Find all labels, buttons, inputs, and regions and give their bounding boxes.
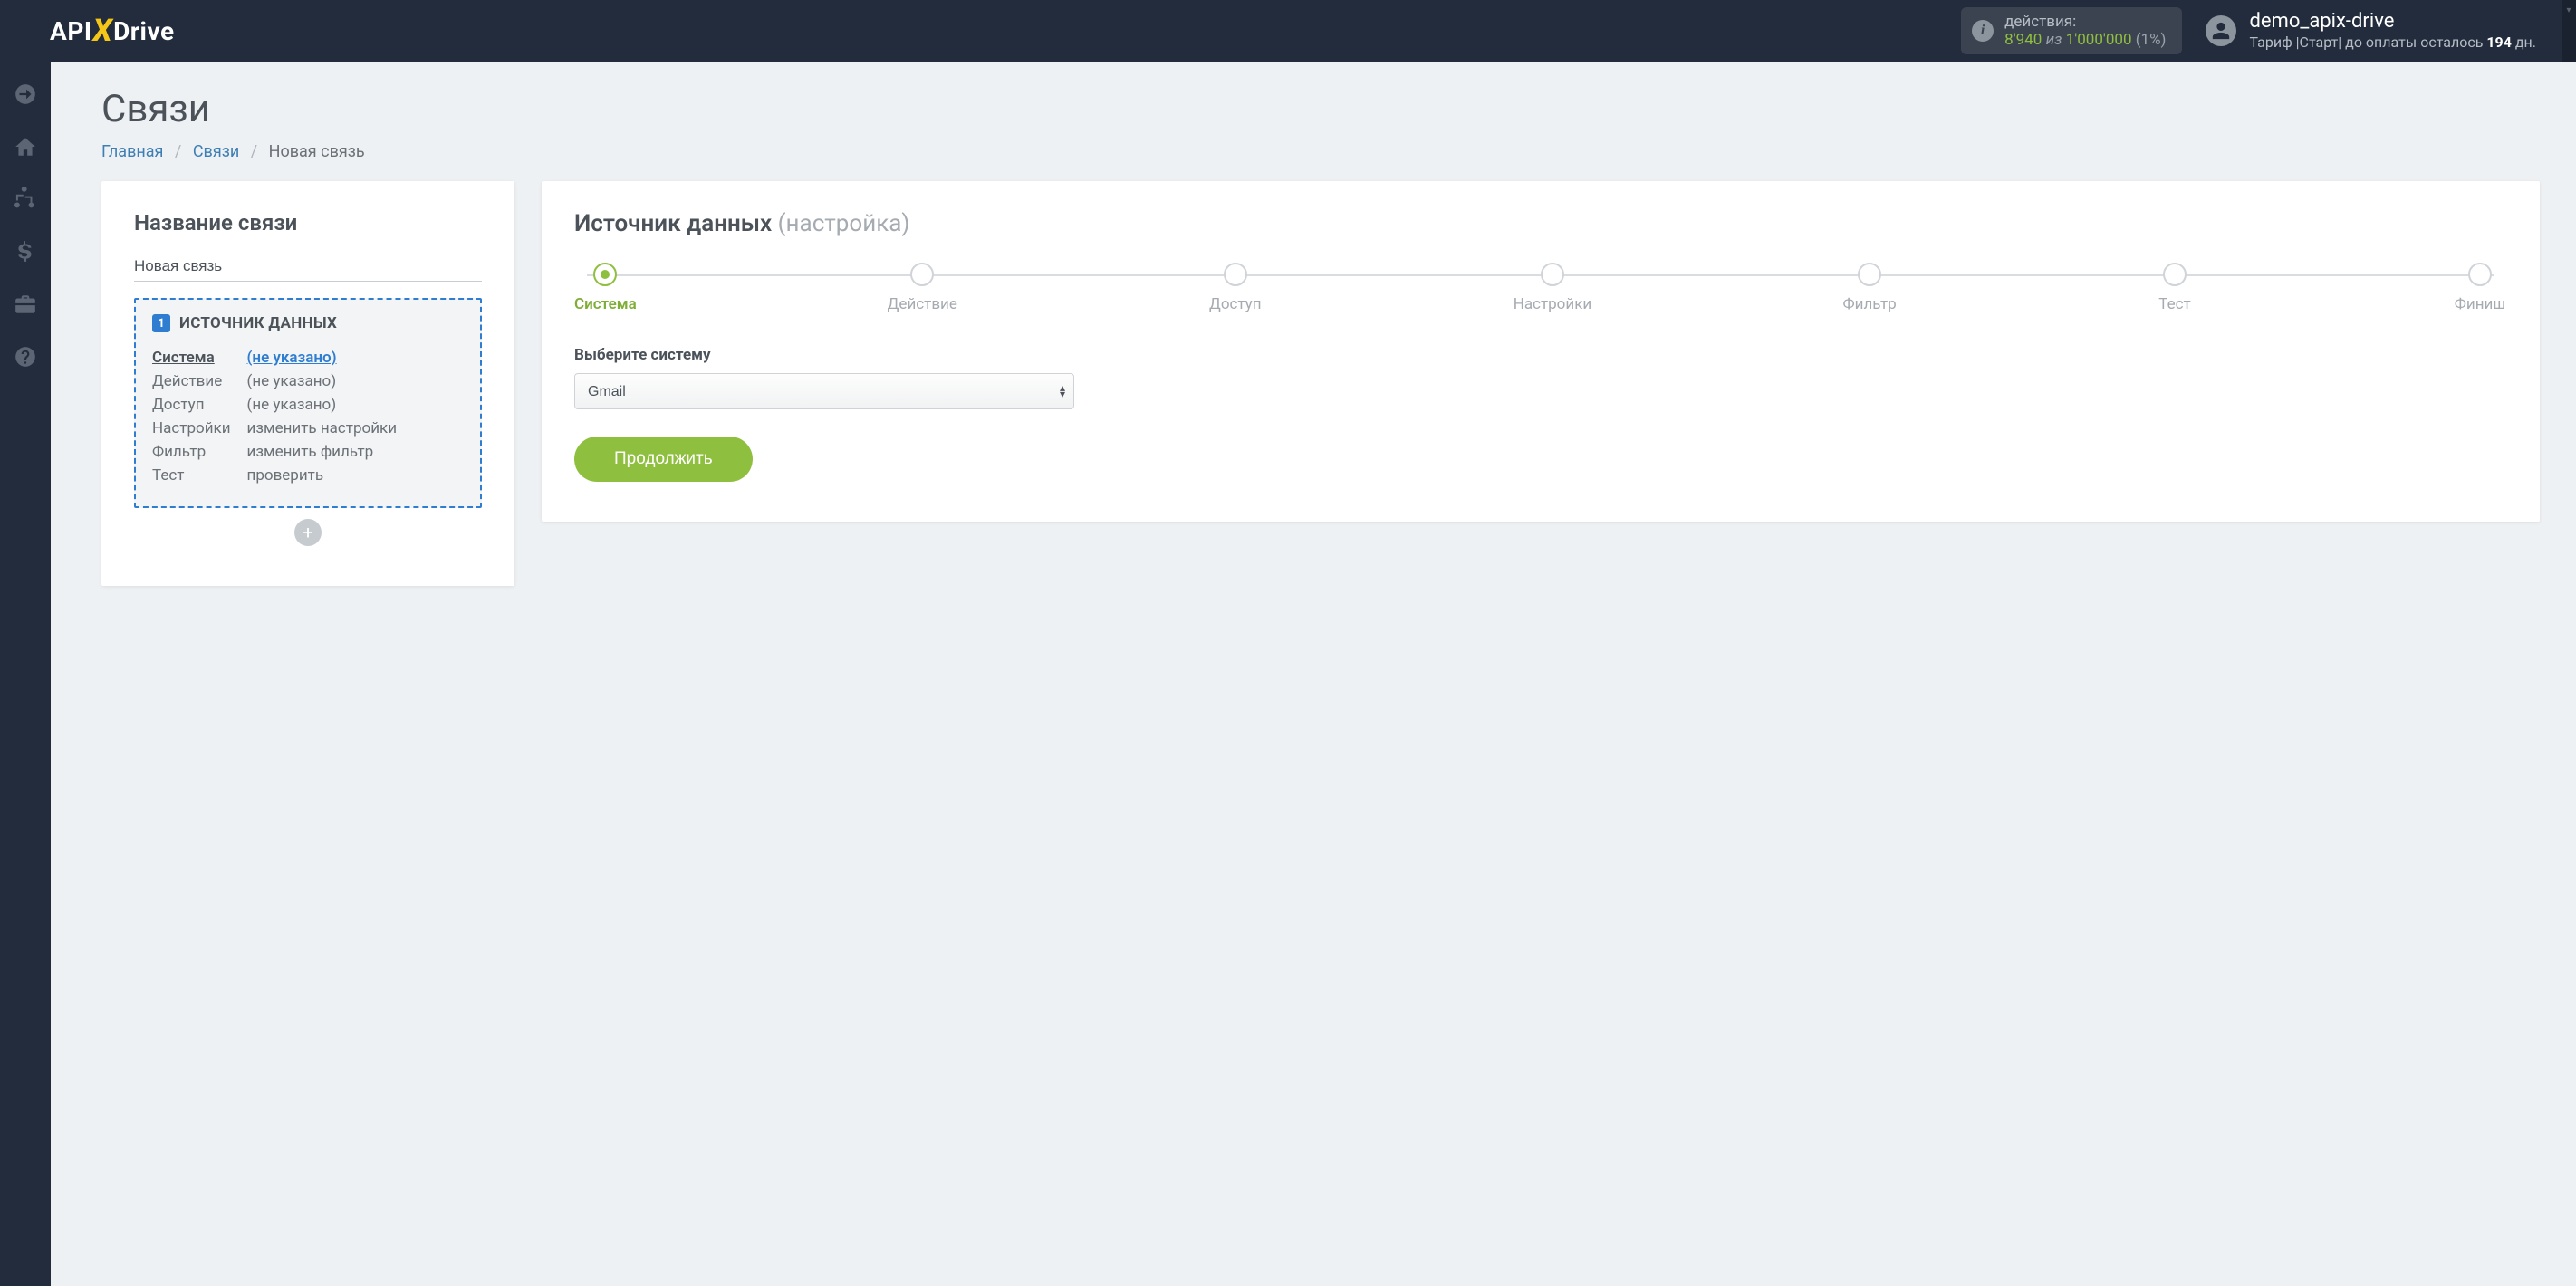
step-label: Фильтр (1843, 295, 1897, 313)
topbar-caret[interactable]: ▾ (2562, 0, 2576, 62)
nav-help-icon[interactable] (0, 333, 51, 380)
actions-iz: из (2046, 31, 2062, 49)
nav-connections-icon[interactable] (0, 176, 51, 223)
source-row-1: Действие(не указано) (152, 372, 397, 390)
source-row-value[interactable]: изменить фильтр (247, 443, 397, 461)
step-label: Доступ (1209, 295, 1262, 313)
actions-max: 1'000'000 (2066, 31, 2132, 49)
source-row-value[interactable]: (не указано) (247, 396, 397, 414)
breadcrumb-home[interactable]: Главная (101, 142, 163, 161)
source-row-key: Тест (152, 466, 247, 485)
breadcrumb-links[interactable]: Связи (193, 142, 239, 161)
step-действие[interactable]: Действие (888, 263, 957, 313)
actions-counter[interactable]: i действия: 8'940 из 1'000'000 (1%) (1961, 7, 2182, 54)
user-avatar-icon (2206, 15, 2236, 46)
connection-name-title: Название связи (134, 210, 482, 235)
actions-label: действия: (2004, 13, 2166, 31)
actions-current: 8'940 (2004, 31, 2042, 49)
left-nav (0, 62, 51, 1286)
nav-billing-icon[interactable] (0, 228, 51, 275)
nav-enter-icon[interactable] (0, 71, 51, 118)
source-row-value[interactable]: (не указано) (247, 372, 397, 390)
step-dot (1858, 263, 1881, 286)
step-dot (1224, 263, 1247, 286)
source-row-key: Доступ (152, 396, 247, 414)
step-label: Действие (888, 295, 957, 313)
breadcrumb: Главная / Связи / Новая связь (101, 142, 2540, 161)
source-row-value[interactable]: изменить настройки (247, 419, 397, 437)
source-row-value[interactable]: (не указано) (247, 349, 397, 367)
actions-pct: (1%) (2136, 31, 2167, 49)
source-row-value[interactable]: проверить (247, 466, 397, 485)
user-plan: Тариф |Старт| до оплаты осталось 194 дн. (2249, 34, 2536, 51)
step-label: Финиш (2455, 295, 2505, 313)
add-destination-button[interactable]: + (294, 519, 322, 546)
info-icon: i (1972, 20, 1994, 42)
select-system-label: Выберите систему (574, 346, 2507, 364)
step-доступ[interactable]: Доступ (1208, 263, 1263, 313)
source-row-4: Фильтризменить фильтр (152, 443, 397, 461)
source-row-5: Тестпроверить (152, 466, 397, 485)
step-label: Настройки (1514, 295, 1592, 313)
source-row-3: Настройкиизменить настройки (152, 419, 397, 437)
page-title: Связи (101, 87, 2540, 131)
source-row-key: Настройки (152, 419, 247, 437)
step-финиш[interactable]: Финиш (2453, 263, 2507, 313)
breadcrumb-current: Новая связь (269, 142, 365, 161)
connection-name-input[interactable] (134, 254, 482, 282)
user-name: demo_apix-drive (2249, 11, 2536, 33)
step-dot (910, 263, 934, 286)
data-source-setup-card: Источник данных (настройка) Система Дейст… (542, 181, 2540, 522)
data-source-box: 1 ИСТОЧНИК ДАННЫХ Система(не указано)Дей… (134, 298, 482, 508)
step-настройки[interactable]: Настройки (1514, 263, 1592, 313)
step-label: Тест (2158, 295, 2190, 313)
nav-home-icon[interactable] (0, 123, 51, 170)
step-dot (2468, 263, 2492, 286)
continue-button[interactable]: Продолжить (574, 437, 753, 482)
brand-logo[interactable]: API X Drive (50, 13, 175, 49)
step-система[interactable]: Система (574, 263, 637, 313)
brand-drive: Drive (113, 16, 174, 46)
setup-stepper: Система Действие Доступ Настройки Фильтр Тест… (574, 263, 2507, 313)
step-фильтр[interactable]: Фильтр (1842, 263, 1897, 313)
source-row-key: Действие (152, 372, 247, 390)
data-source-title: Источник данных (настройка) (574, 210, 2507, 237)
source-row-key: Система (152, 349, 247, 367)
step-dot (593, 263, 617, 286)
system-select[interactable]: Gmail (574, 373, 1074, 409)
main-content: Связи Главная / Связи / Новая связь Назв… (51, 62, 2576, 1286)
topbar: API X Drive i действия: 8'940 из 1'000'0… (0, 0, 2576, 62)
source-row-0: Система(не указано) (152, 349, 397, 367)
nav-briefcase-icon[interactable] (0, 281, 51, 328)
brand-x: X (93, 13, 113, 49)
source-badge: 1 (152, 314, 170, 332)
brand-api: API (50, 16, 92, 46)
step-dot (1541, 263, 1564, 286)
connection-name-card: Название связи 1 ИСТОЧНИК ДАННЫХ Система… (101, 181, 514, 586)
step-dot (2163, 263, 2187, 286)
source-row-2: Доступ(не указано) (152, 396, 397, 414)
user-menu[interactable]: demo_apix-drive Тариф |Старт| до оплаты … (2195, 0, 2562, 62)
source-box-title: ИСТОЧНИК ДАННЫХ (179, 314, 337, 332)
step-тест[interactable]: Тест (2148, 263, 2202, 313)
source-row-key: Фильтр (152, 443, 247, 461)
step-label: Система (574, 295, 637, 313)
